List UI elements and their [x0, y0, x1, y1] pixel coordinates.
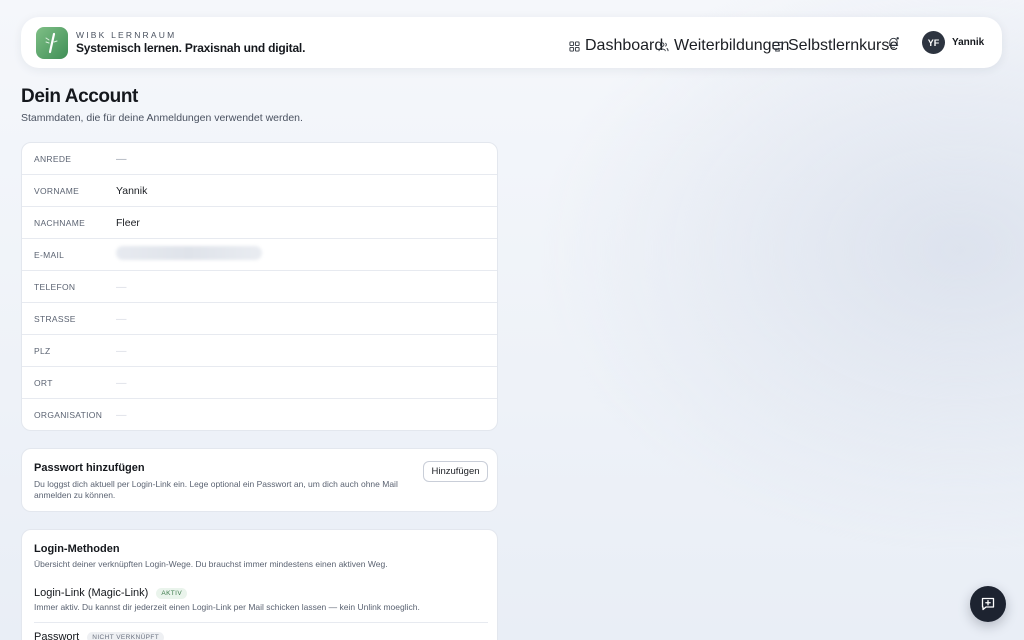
- password-card-title: Passwort hinzufügen: [34, 462, 145, 474]
- login-method-name: Passwort: [34, 631, 80, 640]
- field-label: ORT: [34, 377, 53, 388]
- field-row-strasse: STRASSE —: [22, 303, 497, 335]
- field-value-vorname: Yannik: [116, 184, 148, 197]
- field-row-anrede: ANREDE —: [22, 143, 497, 175]
- field-row-plz: PLZ —: [22, 335, 497, 367]
- password-card-description: Du loggst dich aktuell per Login-Link ei…: [34, 479, 398, 500]
- account-fields-card: ANREDE — VORNAME Yannik NACHNAME Fleer E…: [21, 142, 498, 431]
- login-method-name: Login-Link (Magic-Link): [34, 587, 149, 599]
- status-badge: NICHT VERKNÜPFT: [87, 631, 165, 640]
- login-method-description: Immer aktiv. Du kannst dir jederzeit ein…: [34, 602, 420, 612]
- field-label: VORNAME: [34, 185, 80, 196]
- monitor-icon: [772, 41, 783, 52]
- field-value-telefon: —: [116, 280, 127, 293]
- field-row-email: E-MAIL: [22, 239, 497, 271]
- field-label: STRASSE: [34, 313, 76, 324]
- nav-selbstlernkurse-label: Selbstlernkurse: [788, 37, 899, 54]
- field-row-nachname: NACHNAME Fleer: [22, 207, 497, 239]
- chat-plus-icon: [981, 597, 995, 611]
- field-label: ORGANISATION: [34, 410, 103, 420]
- user-name[interactable]: Yannik: [952, 37, 984, 48]
- grid-icon: [569, 40, 580, 52]
- field-label: PLZ: [34, 345, 51, 356]
- divider: [34, 622, 488, 623]
- top-navigation-bar: WIBK LERNRAUM Systemisch lernen. Praxisn…: [21, 17, 1002, 68]
- login-methods-card: Login-Methoden Übersicht deiner verknüpf…: [21, 529, 498, 640]
- field-row-ort: ORT —: [22, 367, 497, 399]
- redacted-email: [116, 246, 262, 260]
- brand-tagline: Systemisch lernen. Praxisnah und digital…: [76, 41, 306, 55]
- feedback-chat-button[interactable]: [970, 586, 1006, 622]
- brand-logo[interactable]: [36, 27, 68, 59]
- page-subtitle: Stammdaten, die für deine Anmeldungen ve…: [21, 112, 303, 124]
- nav-dashboard[interactable]: Dashboard: [569, 37, 663, 55]
- brand-kicker: WIBK LERNRAUM: [76, 30, 177, 40]
- login-methods-description: Übersicht deiner verknüpften Login-Wege.…: [34, 559, 388, 569]
- nav-weiterbildungen[interactable]: Weiterbildungen: [658, 37, 789, 55]
- field-value-email: [116, 246, 262, 263]
- bell-icon[interactable]: [887, 36, 900, 49]
- field-value-anrede: —: [116, 152, 127, 165]
- status-badge: AKTIV: [156, 587, 188, 599]
- login-method-password: Passwort NICHT VERKNÜPFT: [34, 631, 488, 640]
- field-row-organisation: ORGANISATION —: [22, 399, 497, 430]
- field-label: TELEFON: [34, 281, 76, 292]
- nav-selbstlernkurse[interactable]: Selbstlernkurse: [772, 37, 898, 55]
- field-value-nachname: Fleer: [116, 216, 140, 229]
- field-row-vorname: VORNAME Yannik: [22, 175, 497, 207]
- field-value-organisation: —: [116, 409, 127, 421]
- users-icon: [658, 41, 669, 51]
- nav-dashboard-label: Dashboard: [585, 37, 664, 54]
- field-label: ANREDE: [34, 153, 72, 164]
- login-method-magic-link: Login-Link (Magic-Link) AKTIV Immer akti…: [34, 587, 488, 612]
- user-avatar[interactable]: YF: [922, 31, 945, 54]
- page-title: Dein Account: [21, 86, 138, 107]
- field-value-ort: —: [116, 376, 127, 389]
- password-card: Passwort hinzufügen Du loggst dich aktue…: [21, 448, 498, 512]
- login-methods-title: Login-Methoden: [34, 543, 120, 555]
- add-password-button[interactable]: Hinzufügen: [423, 461, 488, 482]
- leaf-logo-icon: [45, 32, 58, 54]
- field-value-plz: —: [116, 344, 127, 357]
- field-label: NACHNAME: [34, 217, 86, 228]
- field-row-telefon: TELEFON —: [22, 271, 497, 303]
- field-label: E-MAIL: [34, 249, 65, 260]
- field-value-strasse: —: [116, 312, 127, 325]
- brand: WIBK LERNRAUM Systemisch lernen. Praxisn…: [76, 30, 305, 55]
